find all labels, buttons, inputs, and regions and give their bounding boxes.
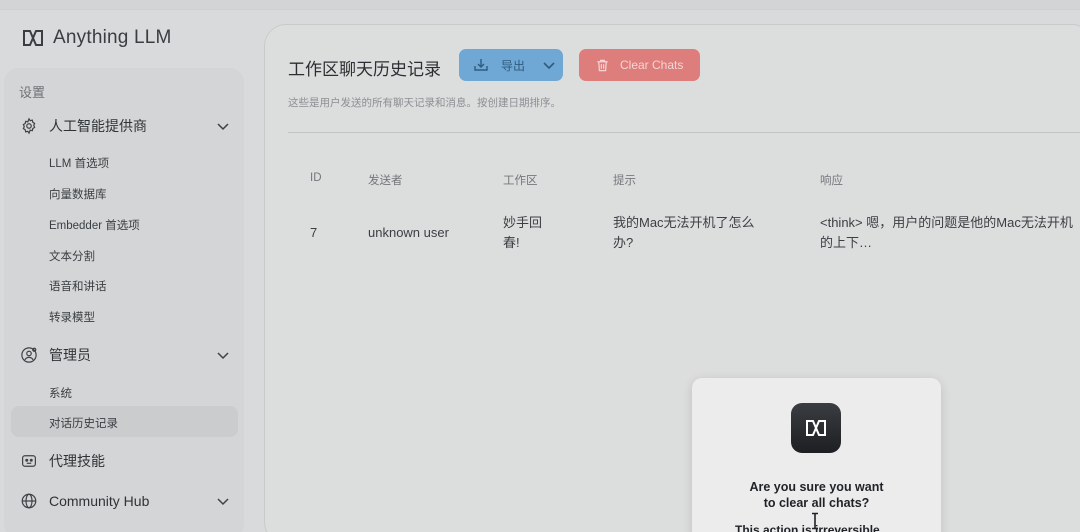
export-button[interactable]: 导出 (459, 49, 563, 81)
app-icon (791, 403, 841, 453)
chevron-down-icon (217, 352, 229, 360)
settings-section-label: 设置 (19, 85, 46, 100)
robot-icon (22, 455, 36, 467)
nav-group-agent-skills[interactable]: 代理技能 (20, 449, 230, 473)
dialog-title: Are you sure you want to clear all chats… (692, 479, 941, 511)
cell-id: 7 (310, 225, 318, 240)
cell-workspace-line1: 妙手回 (503, 215, 543, 230)
page-title: 工作区聊天历史记录 (288, 60, 441, 79)
column-header-id: ID (310, 172, 322, 184)
nav-group-label: 人工智能提供商 (49, 118, 147, 134)
sidebar-item-llm-preference[interactable]: LLM 首选项 (49, 155, 109, 171)
sidebar-item-voice-speech[interactable]: 语音和讲话 (49, 278, 107, 294)
dialog-title-line2: to clear all chats? (763, 496, 870, 510)
column-header-workspace: 工作区 (503, 175, 538, 187)
chevron-down-icon (543, 62, 555, 70)
cell-response-line1: <think> 嗯，用户的问题是他的Mac无法开机 (820, 215, 1073, 230)
page-subtitle: 这些是用户发送的所有聊天记录和消息。按创建日期排序。 (288, 97, 561, 109)
anything-llm-logo-icon (23, 30, 43, 46)
cell-response-line2: 的上下… (820, 235, 873, 250)
sidebar-item-transcription-model[interactable]: 转录模型 (49, 309, 95, 325)
sidebar-item-vector-database[interactable]: 向量数据库 (49, 186, 107, 202)
chevron-down-icon (217, 123, 229, 131)
text-cursor-icon (812, 512, 818, 530)
cell-workspace-line2: 春! (503, 235, 520, 250)
clear-chats-button[interactable]: Clear Chats (579, 49, 700, 81)
sidebar-item-embedder-preference[interactable]: Embedder 首选项 (49, 217, 140, 233)
export-button-label: 导出 (501, 58, 526, 73)
nav-group-label: 代理技能 (49, 453, 105, 469)
column-header-response: 响应 (820, 175, 843, 187)
globe-icon (21, 493, 37, 509)
trash-icon (597, 59, 608, 71)
nav-group-label: Community Hub (49, 493, 150, 509)
app-logo[interactable]: Anything LLM (21, 26, 172, 50)
clear-chats-label: Clear Chats (620, 58, 684, 72)
nav-group-community-hub[interactable]: Community Hub (20, 489, 230, 513)
column-header-prompt: 提示 (613, 175, 636, 187)
cell-sender: unknown user (368, 225, 449, 240)
sidebar-active-highlight (11, 406, 238, 437)
sidebar-item-system[interactable]: 系统 (49, 385, 72, 401)
dialog-title-line1: Are you sure you want (749, 480, 884, 494)
anything-llm-logo-icon (806, 420, 826, 436)
gear-icon (22, 117, 36, 135)
sidebar: Anything LLM 设置 人工智能提供商 LLM 首选项 向量数据库 Em… (0, 0, 250, 532)
download-tray-icon (474, 59, 488, 71)
user-gear-icon (21, 347, 37, 363)
chevron-down-icon (217, 498, 229, 506)
header-divider (288, 132, 1080, 133)
column-header-sender: 发送者 (368, 175, 403, 187)
sidebar-item-text-splitting[interactable]: 文本分割 (49, 248, 95, 264)
nav-group-label: 管理员 (49, 347, 91, 363)
cell-prompt-line2: 办? (613, 235, 634, 250)
nav-group-ai-providers[interactable]: 人工智能提供商 (20, 114, 230, 138)
sidebar-item-chat-history[interactable]: 对话历史记录 (49, 415, 118, 431)
cell-prompt-line1: 我的Mac无法开机了怎么 (613, 215, 755, 230)
nav-group-admin[interactable]: 管理员 (20, 343, 230, 367)
app-name: Anything LLM (53, 27, 172, 48)
confirm-dialog: Are you sure you want to clear all chats… (692, 378, 941, 532)
